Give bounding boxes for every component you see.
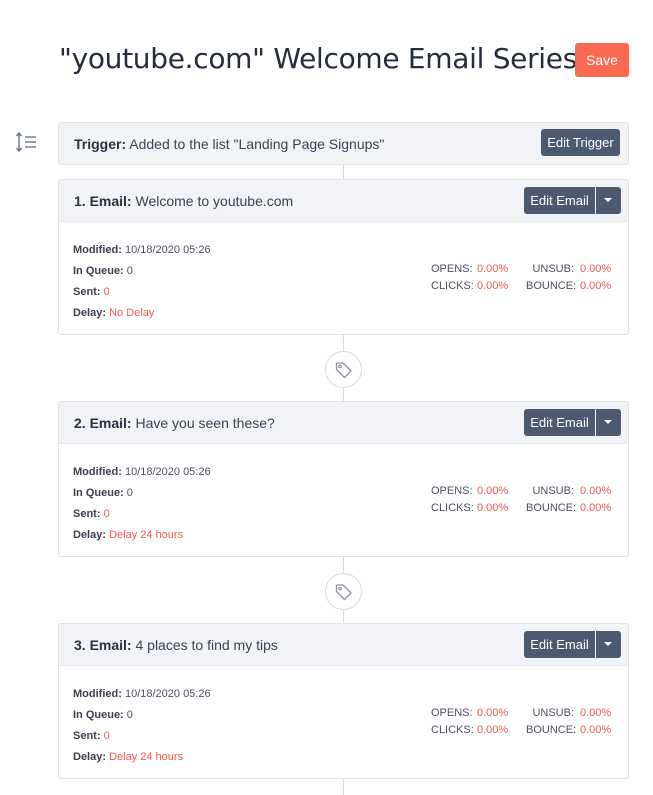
queue-value: 0 [126, 709, 133, 721]
trigger-text: Added to the list "Landing Page Signups" [129, 136, 385, 152]
bounce-label: BOUNCE: [526, 724, 577, 736]
clicks-value: 0.00% [477, 724, 509, 736]
email-subject: Have you seen these? [135, 415, 275, 431]
queue-label: In Queue: [73, 709, 124, 721]
edit-email-button[interactable]: Edit Email [524, 187, 595, 214]
sent-label: Sent: [73, 508, 101, 520]
queue-value: 0 [126, 487, 133, 499]
clicks-value: 0.00% [477, 502, 509, 514]
tag-icon [335, 362, 352, 379]
edit-email-group: Edit Email [524, 187, 621, 214]
delay-label: Delay: [73, 751, 107, 763]
stats-left: OPENS: 0.00% CLICKS: 0.00% [431, 705, 508, 739]
edit-email-group: Edit Email [524, 409, 621, 436]
email-subject: Welcome to youtube.com [135, 193, 294, 209]
edit-email-button[interactable]: Edit Email [524, 409, 595, 436]
email-title: 1. Email: Welcome to youtube.com [74, 193, 293, 209]
page-title: "youtube.com" Welcome Email Series [59, 42, 577, 75]
queue-label: In Queue: [73, 487, 124, 499]
opens-label: OPENS: [431, 707, 473, 719]
tag-button[interactable] [325, 351, 362, 388]
caret-down-icon[interactable] [596, 631, 621, 658]
opens-value: 0.00% [477, 707, 509, 719]
modified-label: Modified: [73, 688, 122, 700]
email-subject: 4 places to find my tips [135, 637, 278, 653]
sent-label: Sent: [73, 730, 101, 742]
modified-value: 10/18/2020 05:26 [124, 466, 211, 478]
connector-line [343, 779, 344, 795]
delay-value: No Delay [109, 307, 155, 319]
email-meta: Modified: 10/18/2020 05:26 In Queue: 0 S… [73, 240, 211, 324]
reorder-icon[interactable] [15, 131, 37, 153]
email-card: 1. Email: Welcome to youtube.com Edit Em… [58, 179, 629, 335]
opens-value: 0.00% [477, 485, 509, 497]
email-header: 1. Email: Welcome to youtube.com Edit Em… [59, 180, 628, 222]
email-meta: Modified: 10/18/2020 05:26 In Queue: 0 S… [73, 462, 211, 546]
opens-label: OPENS: [431, 263, 473, 275]
stats-right: UNSUB: 0.00% BOUNCE: 0.00% [526, 705, 611, 739]
sent-label: Sent: [73, 286, 101, 298]
delay-label: Delay: [73, 307, 107, 319]
modified-value: 10/18/2020 05:26 [124, 244, 211, 256]
edit-trigger-button[interactable]: Edit Trigger [541, 129, 620, 156]
sent-value: 0 [103, 286, 110, 298]
unsub-label: UNSUB: [532, 263, 574, 275]
sent-value: 0 [103, 730, 110, 742]
tag-button[interactable] [325, 573, 362, 610]
bounce-value: 0.00% [580, 280, 612, 292]
delay-value: Delay 24 hours [109, 751, 184, 763]
clicks-value: 0.00% [477, 280, 509, 292]
queue-label: In Queue: [73, 265, 124, 277]
unsub-value: 0.00% [580, 263, 612, 275]
clicks-label: CLICKS: [431, 280, 474, 292]
unsub-label: UNSUB: [532, 707, 574, 719]
sent-value: 0 [103, 508, 110, 520]
trigger-label: Trigger: [74, 136, 127, 152]
stats-left: OPENS: 0.00% CLICKS: 0.00% [431, 483, 508, 517]
modified-value: 10/18/2020 05:26 [124, 688, 211, 700]
email-title: 3. Email: 4 places to find my tips [74, 637, 278, 653]
email-number-label: 2. Email: [74, 415, 132, 431]
unsub-value: 0.00% [580, 485, 612, 497]
clicks-label: CLICKS: [431, 502, 474, 514]
bounce-label: BOUNCE: [526, 502, 577, 514]
email-card: 2. Email: Have you seen these? Edit Emai… [58, 401, 629, 557]
bounce-label: BOUNCE: [526, 280, 577, 292]
unsub-value: 0.00% [580, 707, 612, 719]
delay-value: Delay 24 hours [109, 529, 184, 541]
caret-down-icon[interactable] [596, 409, 621, 436]
unsub-label: UNSUB: [532, 485, 574, 497]
caret-down-icon[interactable] [596, 187, 621, 214]
email-number-label: 1. Email: [74, 193, 132, 209]
tag-icon [335, 584, 352, 601]
bounce-value: 0.00% [580, 724, 612, 736]
modified-label: Modified: [73, 466, 122, 478]
email-meta: Modified: 10/18/2020 05:26 In Queue: 0 S… [73, 684, 211, 768]
opens-value: 0.00% [477, 263, 509, 275]
queue-value: 0 [126, 265, 133, 277]
connector-line [343, 165, 344, 179]
bounce-value: 0.00% [580, 502, 612, 514]
email-number-label: 3. Email: [74, 637, 132, 653]
trigger-description: Trigger: Added to the list "Landing Page… [74, 136, 384, 152]
opens-label: OPENS: [431, 485, 473, 497]
email-header: 2. Email: Have you seen these? Edit Emai… [59, 402, 628, 444]
stats-right: UNSUB: 0.00% BOUNCE: 0.00% [526, 261, 611, 295]
stats-left: OPENS: 0.00% CLICKS: 0.00% [431, 261, 508, 295]
email-header: 3. Email: 4 places to find my tips Edit … [59, 624, 628, 666]
email-title: 2. Email: Have you seen these? [74, 415, 275, 431]
delay-label: Delay: [73, 529, 107, 541]
stats-right: UNSUB: 0.00% BOUNCE: 0.00% [526, 483, 611, 517]
save-button[interactable]: Save [575, 43, 629, 77]
edit-email-button[interactable]: Edit Email [524, 631, 595, 658]
modified-label: Modified: [73, 244, 122, 256]
edit-email-group: Edit Email [524, 631, 621, 658]
clicks-label: CLICKS: [431, 724, 474, 736]
email-card: 3. Email: 4 places to find my tips Edit … [58, 623, 629, 779]
trigger-box: Trigger: Added to the list "Landing Page… [58, 122, 629, 165]
